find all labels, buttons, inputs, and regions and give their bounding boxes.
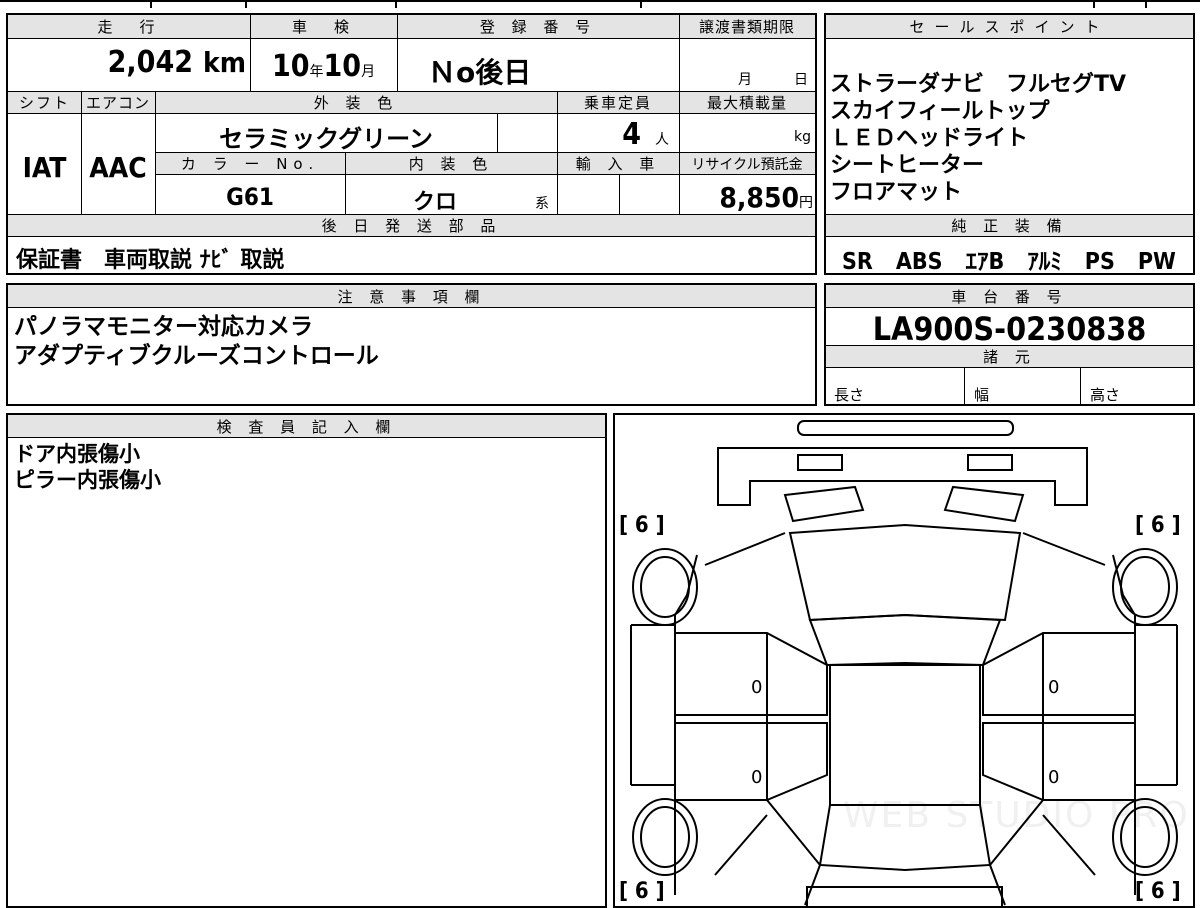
max-load-unit: kg [794,129,811,145]
wheel-front-left-inner [640,556,690,618]
vehicle-summary-box: 走 行 車 検 登 録 番 号 譲渡書類期限 2,042 km 10年10月 Ｎo… [6,13,817,275]
sales-point: スカイフィールトップ [830,99,1050,124]
door-rear-left-value: 0 [751,767,763,788]
interior-color-header: 内 装 色 [345,153,557,175]
top-strip [0,0,1200,8]
right-front-door [982,632,1136,716]
windshield-outline [808,613,1002,667]
right-rear-door [982,722,1136,801]
spec-header: 諸 元 [826,346,1193,368]
hood-outline [788,523,1022,622]
inspection-value: 10年10月 [271,49,376,84]
wheel-rear-left [632,798,698,876]
front-bumper-outline [717,447,1088,506]
inspector-line: ドア内張傷小 [14,442,140,466]
sales-points-list: ストラーダナビ フルセグTV スカイフィールトップ ＬＥＤヘッドライト シートヒ… [830,71,1126,206]
later-parts-header: 後 日 発 送 部 品 [8,215,815,237]
sales-point: フロアマット [830,180,963,205]
max-load-header: 最大積載量 [679,92,815,114]
wheel-rear-left-inner [640,806,690,868]
note-line: アダプティブクルーズコントロール [14,343,379,369]
transfer-deadline-header: 譲渡書類期限 [679,15,815,39]
width-label: 幅 [974,386,990,404]
headlight-left [783,485,865,523]
recycle-deposit-header: リサイクル預託金 [679,153,815,175]
fog-lamp-left [797,454,843,471]
tire-rear-left-label: [ 6 ] [619,879,665,904]
left-side-outline [630,624,675,786]
later-parts-value: 保証書 車両取説 ﾅﾋﾞ 取説 [16,248,285,273]
transfer-day-unit: 日 [794,72,808,88]
wheel-front-left [632,548,698,626]
exterior-color-value: セラミックグリーン [219,125,433,153]
body-inner-left [704,532,1106,566]
interior-color-suffix: 系 [535,196,549,212]
inspector-lines: ドア内張傷小 ピラー内張傷小 [14,441,161,493]
mileage-value: 2,042 km [107,45,246,80]
right-side-outline [1135,624,1178,786]
recycle-deposit-value: 8,850円 [719,181,813,214]
fog-lamp-right [967,454,1013,471]
inspector-box: 検 査 員 記 入 欄 ドア内張傷小 ピラー内張傷小 [6,413,607,908]
car-diagram-box: [ 6 ] [ 6 ] [ 6 ] [ 6 ] 0 0 0 0 WEB STUD… [613,413,1195,908]
note-line: パノラマモニター対応カメラ [14,314,313,340]
door-rear-right-value: 0 [1048,767,1060,788]
rear-bumper-outline [806,886,1003,906]
body-outline [674,554,1136,895]
color-no-value: G61 [226,183,274,211]
spoiler-outline [797,420,1014,436]
mileage-header: 走 行 [8,15,250,39]
registration-header: 登 録 番 号 [397,15,679,39]
inspector-line: ピラー内張傷小 [14,468,161,492]
door-front-left-value: 0 [751,677,763,698]
tire-rear-right-label: [ 6 ] [1135,879,1181,904]
aircon-value: AAC [89,151,147,184]
sales-point: ストラーダナビ フルセグTV [830,72,1127,97]
notes-header: 注 意 事 項 欄 [8,285,815,308]
import-header: 輸 入 車 [557,153,679,175]
mileage-unit: km [203,46,246,79]
quarter-left [714,799,822,906]
wheel-front-right-inner [1120,556,1170,618]
left-rear-door [674,722,828,801]
capacity-header: 乗車定員 [557,92,679,114]
chassis-number-value: LA900S-0230838 [872,310,1147,348]
chassis-box: 車 台 番 号 LA900S-0230838 諸 元 長さ 幅 高さ [824,283,1195,406]
sales-point: ＬＥＤヘッドライト [830,126,1029,151]
headlight-right [943,485,1025,523]
sales-points-box: セールスポイント ストラーダナビ フルセグTV スカイフィールトップ ＬＥＤヘッ… [824,13,1195,275]
wheel-front-right [1112,548,1178,626]
color-no-header: カ ラ ー No. [155,153,345,175]
sales-points-header: セールスポイント [826,15,1193,39]
transfer-month-unit: 月 [738,72,752,88]
registration-value: Ｎo後日 [428,56,532,89]
length-label: 長さ [834,386,865,404]
roof-outline [829,664,981,806]
capacity-value: 4人 [622,117,669,152]
left-front-door [674,632,828,716]
tire-front-right-label: [ 6 ] [1135,513,1181,538]
exterior-color-header: 外 装 色 [155,92,557,114]
shift-value: IAT [22,151,67,184]
shift-header: シフト [8,92,81,114]
interior-color-value: クロ [412,190,457,215]
notes-box: 注 意 事 項 欄 パノラマモニター対応カメラ アダプティブクルーズコントロール [6,283,817,406]
aircon-header: エアコン [81,92,155,114]
tire-front-left-label: [ 6 ] [619,513,665,538]
equipment-value: SR ABS ｴｱB ｱﾙﾐ PS PW [842,249,1176,275]
inspection-header: 車 検 [250,15,397,39]
height-label: 高さ [1090,386,1121,404]
sales-point: シートヒーター [830,153,985,178]
equipment-header: 純 正 装 備 [826,215,1193,237]
door-front-right-value: 0 [1048,677,1060,698]
inspector-header: 検 査 員 記 入 欄 [8,415,605,438]
watermark: WEB STUDIO PRO [843,795,1190,836]
notes-lines: パノラマモニター対応カメラ アダプティブクルーズコントロール [14,313,379,371]
chassis-number-header: 車 台 番 号 [826,285,1193,308]
